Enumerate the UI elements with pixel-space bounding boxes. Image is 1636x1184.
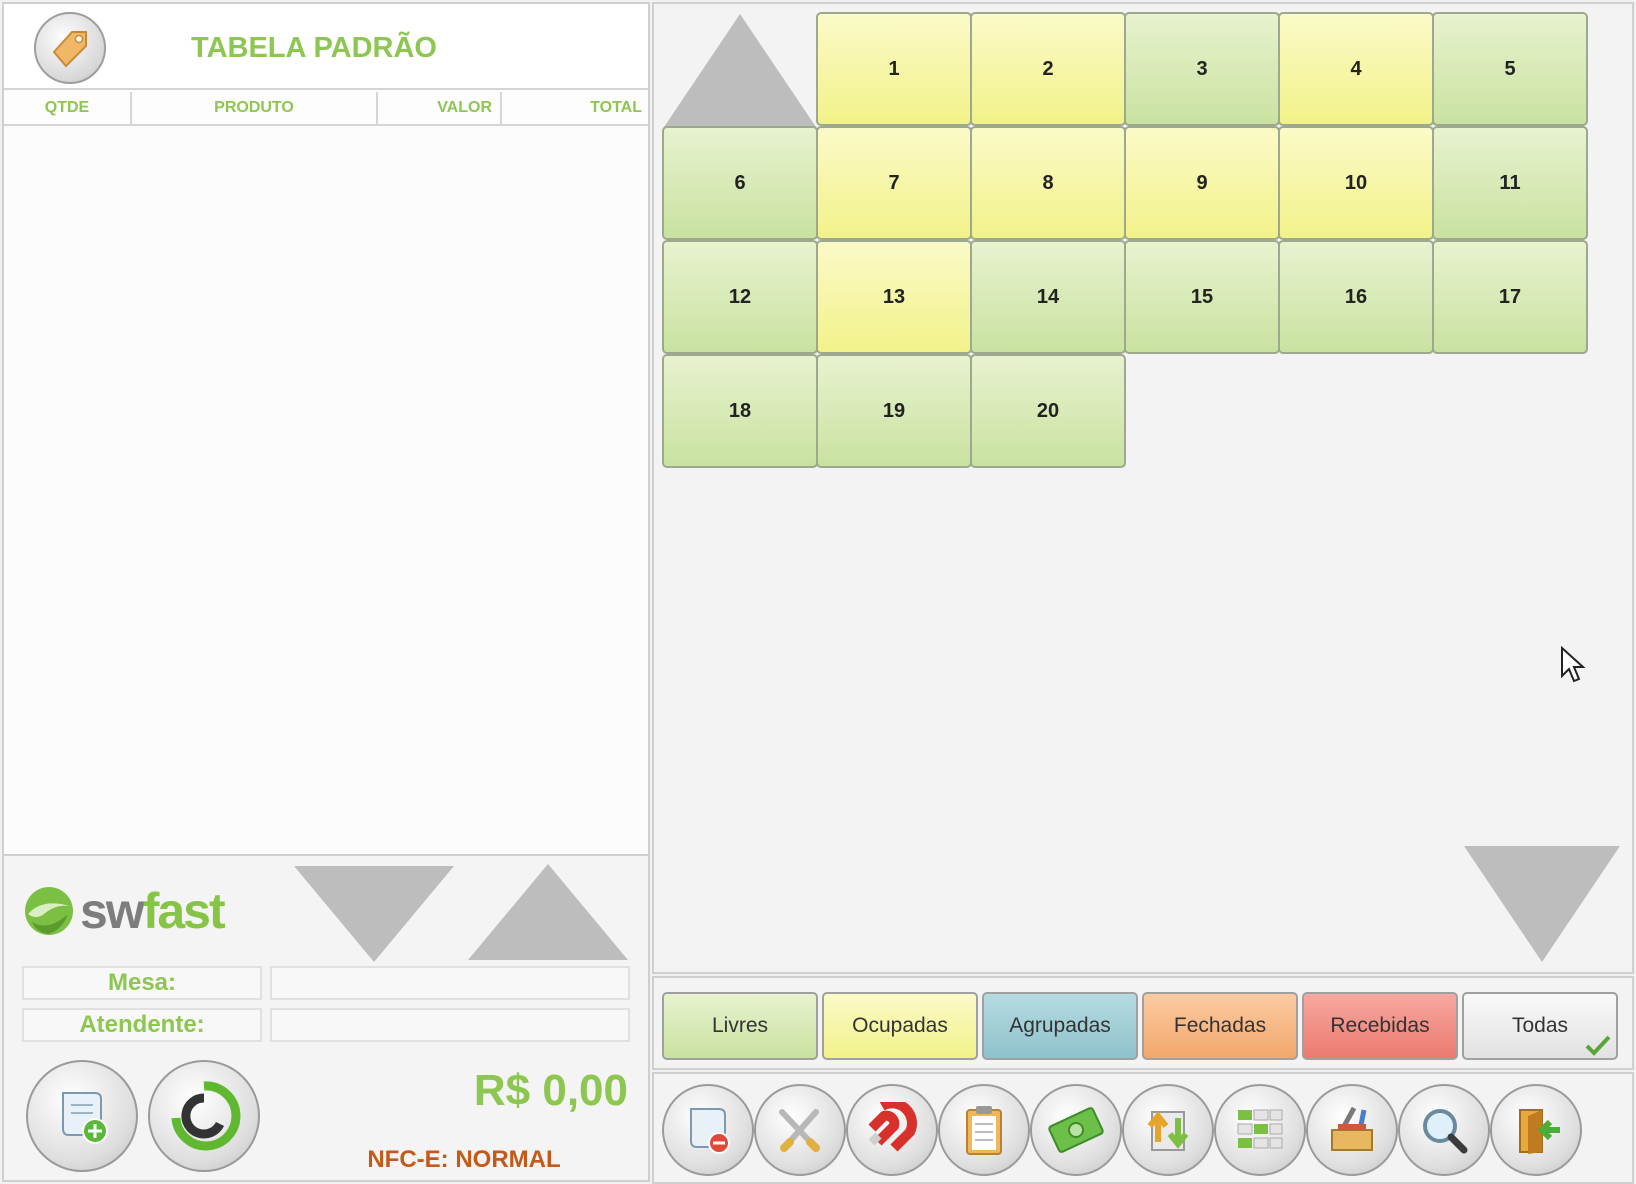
column-total: TOTAL	[590, 99, 642, 116]
swfast-logo-mark	[25, 887, 73, 935]
order-items-list[interactable]	[4, 128, 648, 856]
group-tables-button[interactable]	[1214, 1084, 1306, 1176]
table-tile-3[interactable]: 3	[1124, 12, 1280, 126]
clipboard-icon	[966, 1106, 1002, 1155]
table-tile-20[interactable]: 20	[970, 354, 1126, 468]
atendente-label: Atendente:	[22, 1008, 262, 1042]
pos-app: TABELA PADRÃO QTDE PRODUTO VALOR TOTAL s…	[0, 0, 1636, 1184]
refresh-button[interactable]	[148, 1060, 260, 1172]
order-footer: swfast Mesa: Atendente: R$ 0,00 NFC-E: N…	[4, 856, 648, 1180]
cancel-order-button[interactable]	[662, 1084, 754, 1176]
table-tile-15[interactable]: 15	[1124, 240, 1280, 354]
scroll-tables-down-button[interactable]	[1464, 846, 1620, 962]
exit-icon	[1519, 1109, 1560, 1154]
atendente-value	[270, 1008, 630, 1042]
attract-button[interactable]	[846, 1084, 938, 1176]
table-tile-10[interactable]: 10	[1278, 126, 1434, 240]
new-receipt-icon	[62, 1092, 108, 1144]
atendente-row: Atendente:	[22, 1008, 630, 1042]
scroll-items-down-button[interactable]	[294, 866, 454, 962]
scroll-items-up-button[interactable]	[468, 864, 628, 960]
filter-recebidas-button[interactable]: Recebidas	[1302, 992, 1458, 1060]
nfce-status: NFC-E: NORMAL	[367, 1146, 561, 1173]
magnet-icon	[868, 1102, 917, 1152]
group-tables-icon	[1237, 1109, 1283, 1149]
logo-text-fast: fast	[142, 883, 226, 939]
table-tile-13[interactable]: 13	[816, 240, 972, 354]
column-produto: PRODUTO	[132, 92, 378, 124]
products-button[interactable]	[754, 1084, 846, 1176]
tools-icon	[1331, 1106, 1373, 1151]
filter-todas-wrapper: Todas	[1462, 992, 1618, 1060]
active-check-icon	[1585, 1035, 1611, 1056]
table-tile-8[interactable]: 8	[970, 126, 1126, 240]
order-total: R$ 0,00	[473, 1066, 628, 1115]
table-tile-7[interactable]: 7	[816, 126, 972, 240]
money-icon	[1048, 1107, 1104, 1153]
mesa-label: Mesa:	[22, 966, 262, 1000]
exit-button[interactable]	[1490, 1084, 1582, 1176]
swfast-logo: swfast	[22, 882, 226, 940]
new-order-button[interactable]	[26, 1060, 138, 1172]
table-tile-18[interactable]: 18	[662, 354, 818, 468]
filter-livres-button[interactable]: Livres	[662, 992, 818, 1060]
search-icon	[1423, 1109, 1468, 1154]
price-tag-icon	[52, 31, 87, 68]
cancel-receipt-icon	[690, 1108, 730, 1154]
scroll-tables-up-button[interactable]	[662, 14, 818, 130]
table-tile-14[interactable]: 14	[970, 240, 1126, 354]
table-tile-2[interactable]: 2	[970, 12, 1126, 126]
mesa-row: Mesa:	[22, 966, 630, 1000]
cutlery-icon	[779, 1109, 820, 1152]
mouse-cursor-icon	[1561, 646, 1586, 683]
table-tile-5[interactable]: 5	[1432, 12, 1588, 126]
table-tile-1[interactable]: 1	[816, 12, 972, 126]
price-table-title: TABELA PADRÃO	[191, 32, 437, 64]
payment-button[interactable]	[1030, 1084, 1122, 1176]
tables-panel: 1 2 3 4 5 6 7 8 9 10 11 12 13 14 15 16 17 18 19 20	[652, 2, 1634, 974]
mesa-value	[270, 966, 630, 1000]
notes-button[interactable]	[938, 1084, 1030, 1176]
table-tile-12[interactable]: 12	[662, 240, 818, 354]
table-tile-16[interactable]: 16	[1278, 240, 1434, 354]
table-tile-4[interactable]: 4	[1278, 12, 1434, 126]
order-columns-header: QTDE PRODUTO VALOR TOTAL	[4, 92, 648, 126]
table-tile-19[interactable]: 19	[816, 354, 972, 468]
search-button[interactable]	[1398, 1084, 1490, 1176]
filter-ocupadas-button[interactable]: Ocupadas	[822, 992, 978, 1060]
column-qtde: QTDE	[4, 92, 132, 124]
table-tile-9[interactable]: 9	[1124, 126, 1280, 240]
table-tile-17[interactable]: 17	[1432, 240, 1588, 354]
actions-toolbar	[652, 1072, 1634, 1184]
table-tile-11[interactable]: 11	[1432, 126, 1588, 240]
transfer-icon	[1147, 1111, 1189, 1151]
refresh-swirl-icon	[171, 1081, 241, 1151]
price-table-button[interactable]	[34, 12, 106, 84]
logo-text-sw: sw	[80, 883, 145, 939]
table-tile-6[interactable]: 6	[662, 126, 818, 240]
filter-agrupadas-button[interactable]: Agrupadas	[982, 992, 1138, 1060]
status-filter-bar: Livres Ocupadas Agrupadas Fechadas Receb…	[652, 976, 1634, 1070]
order-panel: TABELA PADRÃO QTDE PRODUTO VALOR TOTAL s…	[2, 2, 650, 1182]
column-valor: VALOR	[378, 92, 502, 124]
order-header: TABELA PADRÃO	[4, 4, 648, 90]
filter-fechadas-button[interactable]: Fechadas	[1142, 992, 1298, 1060]
settings-button[interactable]	[1306, 1084, 1398, 1176]
transfer-button[interactable]	[1122, 1084, 1214, 1176]
